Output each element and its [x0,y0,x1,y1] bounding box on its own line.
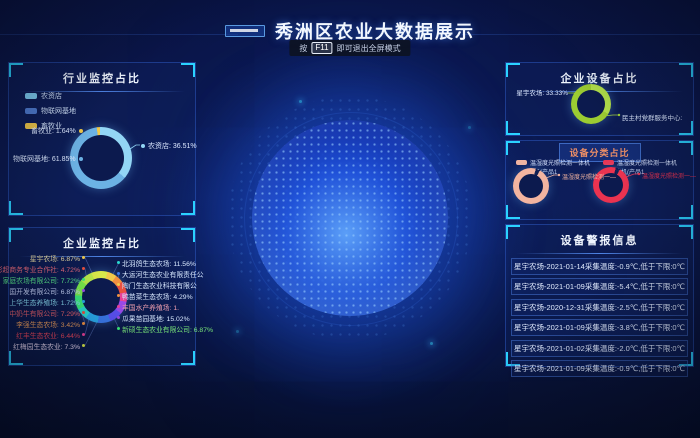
dot-marker [117,294,120,297]
alarm-row: 星宇农场-2021-01-09采集温度:-0.9℃,低于下限:0℃ [511,360,688,377]
dot-marker [82,256,85,259]
alarm-row: 星宇农场-2021-01-09采集温度:-5.4℃,低于下限:0℃ [511,278,688,295]
legend-label: 物联网基地 [41,106,76,116]
chart-label: 畜牧业: 1.64% [31,126,83,136]
brand-logo [225,25,265,37]
dot-marker [79,157,83,161]
enterprise-labels-right: 北羽鸽生态农场: 11.56% 大运河生态农业有限责任公 陶门生态农业科技有限公… [117,257,193,334]
chart-label: 温湿度光照检测一— [642,171,696,180]
dot-marker [82,300,85,303]
glow-dot [468,126,471,129]
chart-label: 陶门生态农业科技有限公 [117,279,193,290]
legend-swatch [603,160,614,165]
panel-title: 企业监控占比 [9,228,195,251]
chart-label: 温湿度光照检测一— [562,172,616,181]
chart-label: 大运河生态农业有限责任公 [117,268,193,279]
alarm-row: 星宇农场-2021-01-09采集温度:-3.8℃,低于下限:0℃ [511,319,688,336]
legend-item[interactable]: 物联网基地 [25,106,76,116]
panel-enterprise-equipment-ratio: 企业设备占比 星宇农场: 33.33% 民主村党群服务中心: [505,62,694,136]
legend-item[interactable]: 温湿度光照检测一体机 [516,158,590,167]
enterprise-labels-left: 星宇农场: 6.87% 彩超商务专业合作社: 4.72% 家庭农场有限公司: 7… [11,252,85,351]
device-class-donut-left[interactable] [513,168,549,204]
glow-dot [236,330,239,333]
chart-label: 新硕生态农业有限公司: 6.87% [117,323,193,334]
chart-label: 彩超商务专业合作社: 4.72% [11,263,85,274]
chart-label: 鸭苗菜生态农场: 4.29% [117,290,193,301]
dot-marker [82,289,85,292]
chart-label: 星宇农场: 33.33% [512,87,568,97]
dot-marker [82,278,85,281]
hint-prefix: 按 [299,43,307,54]
alarm-row: 星宇农场-2020-12-31采集温度:-2.5℃,低于下限:0℃ [511,299,688,316]
legend-swatch [25,93,37,99]
divider [516,253,683,254]
panel-title: 设备警报信息 [506,225,693,248]
panel-industry-monitor-ratio: 行业监控占比 农资店 物联网基地 畜牧业 畜牧业: 1.64% 农资店: 36.… [8,62,196,216]
hint-suffix: 即可退出全屏模式 [337,43,401,54]
dot-marker [117,305,120,308]
chart-label: 中奶牛有限公司: 7.29% [11,307,85,318]
dot-marker [82,333,85,336]
dot-marker [141,144,145,148]
dot-marker [82,322,85,325]
chart-label: 红梅园生态农业: 7.3% [11,340,85,351]
globe [252,120,448,316]
panel-device-alarms: 设备警报信息 星宇农场-2021-01-14采集温度:-0.9℃,低于下限:0℃… [505,224,694,367]
legend-swatch [25,108,37,114]
dot-marker [117,283,120,286]
f11-keycap: F11 [311,42,332,54]
chart-label: 北羽鸽生态农场: 11.56% [117,257,193,268]
chart-label: 瓜果苗园基地: 15.02% [117,312,193,323]
glow-dot [430,342,433,345]
chart-label: 丰国水产养殖场: 1. [117,301,193,312]
chart-label: 国开发有限公司: 6.87% [11,285,85,296]
legend-swatch [516,160,527,165]
panel-device-class-ratio: 设备分类占比 温湿度光照检测一体机 一体机(产品1 温湿度光照检测一体机 一体机… [505,140,694,220]
legend-label: 农资店 [41,91,62,101]
glow-dot [299,100,302,103]
chart-label: 红丰生态农业: 6.44% [11,329,85,340]
industry-legend: 农资店 物联网基地 畜牧业 [25,91,76,131]
alarm-row: 星宇农场-2021-01-02采集温度:-2.0℃,低于下限:0℃ [511,340,688,357]
panel-title: 企业设备占比 [506,63,693,86]
alarm-row: 星宇农场-2021-01-14采集温度:-0.9℃,低于下限:0℃ [511,258,688,275]
dot-marker [117,272,120,275]
chart-label: 李强生态农场: 3.42% [11,318,85,329]
panel-title: 行业监控占比 [9,63,195,86]
dot-marker [117,327,120,330]
dot-marker [82,311,85,314]
dot-marker [79,129,83,133]
chart-label: 家庭农场有限公司: 7.72% [11,274,85,285]
chart-label: 上华生态养殖场: 1.72% [11,296,85,307]
dot-marker [82,344,85,347]
chart-label: 物联网基地: 61.85% [13,154,83,164]
legend-item[interactable]: 温湿度光照检测一体机 [603,158,677,167]
dot-marker [117,316,120,319]
legend-item[interactable]: 农资店 [25,91,76,101]
chart-label: 农资店: 36.51% [141,141,197,151]
fullscreen-hint: 按 F11 即可退出全屏模式 [289,40,410,56]
equipment-donut-chart[interactable] [571,84,611,124]
panel-enterprise-monitor-ratio: 企业监控占比 星宇农场: 6.87% 彩超商务专业合作社: 4.72% 家庭农场… [8,227,196,366]
dot-marker [82,267,85,270]
dot-marker [117,261,120,264]
chart-label: 民主村党群服务中心: [622,112,690,122]
chart-label: 星宇农场: 6.87% [11,252,85,263]
